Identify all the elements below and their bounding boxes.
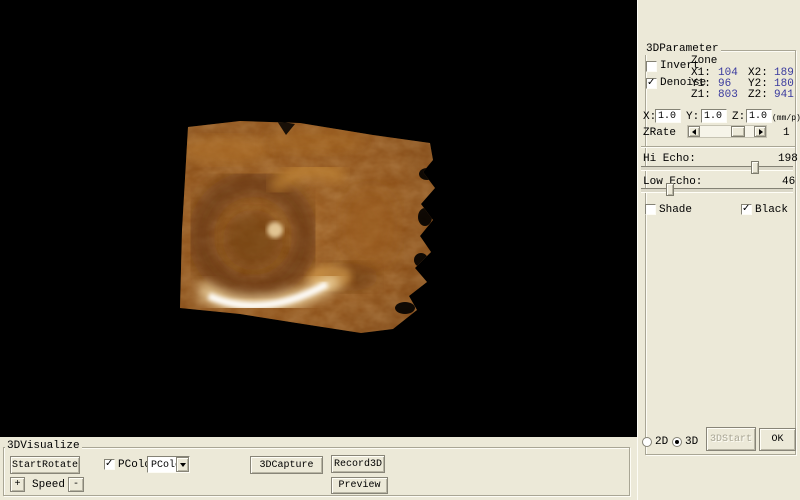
spacing-y-input[interactable] bbox=[701, 109, 727, 123]
shade-label: Shade bbox=[659, 205, 692, 216]
hi-echo-value: 198 bbox=[778, 154, 798, 165]
start-rotate-button[interactable]: StartRotate bbox=[10, 456, 80, 474]
zrate-right-arrow-icon[interactable] bbox=[754, 126, 766, 137]
spacing-z-input[interactable] bbox=[746, 109, 772, 123]
mode-3d-label: 3D bbox=[685, 437, 698, 448]
spacing-x-input[interactable] bbox=[655, 109, 681, 123]
spacing-unit-label: (mm/p) bbox=[772, 113, 800, 124]
zone-label: Zone bbox=[691, 56, 717, 67]
black-checkbox[interactable] bbox=[741, 204, 752, 215]
low-echo-thumb[interactable] bbox=[666, 183, 674, 196]
pcolor-select[interactable]: PColor bbox=[147, 456, 190, 473]
black-label: Black bbox=[755, 205, 788, 216]
arrow-right-icon bbox=[759, 129, 763, 135]
zone-z2-label: Z2: bbox=[748, 90, 768, 101]
pcolor-checkbox[interactable] bbox=[104, 459, 115, 470]
low-echo-value: 46 bbox=[782, 177, 795, 188]
separator bbox=[641, 146, 795, 148]
hi-echo-track[interactable] bbox=[641, 166, 793, 171]
mode-2d-label: 2D bbox=[655, 437, 668, 448]
speed-label: Speed bbox=[32, 480, 65, 491]
zrate-left-arrow-icon[interactable] bbox=[688, 126, 700, 137]
start3d-button[interactable]: 3DStart bbox=[706, 427, 756, 451]
record-button[interactable]: Record3D bbox=[331, 455, 385, 473]
ultrasound-render bbox=[165, 112, 445, 347]
zone-z2-value: 941 bbox=[774, 90, 794, 101]
zrate-thumb[interactable] bbox=[731, 126, 745, 137]
low-echo-track[interactable] bbox=[641, 188, 793, 193]
arrow-left-icon bbox=[692, 129, 696, 135]
ok-button[interactable]: OK bbox=[759, 428, 796, 451]
speed-minus-button[interactable]: - bbox=[68, 477, 84, 492]
invert-checkbox[interactable] bbox=[646, 61, 657, 72]
app-window: { "colors": { "panel_bg": "#ece9d8", "va… bbox=[0, 0, 800, 500]
zrate-value: 1 bbox=[783, 128, 790, 139]
pcolor-dropdown-button[interactable] bbox=[176, 457, 189, 472]
zrate-scrollbar[interactable] bbox=[687, 125, 767, 138]
zone-z1-value: 803 bbox=[718, 90, 738, 101]
shade-checkbox[interactable] bbox=[645, 204, 656, 215]
mode-3d-radio[interactable] bbox=[672, 437, 682, 447]
denoise-checkbox[interactable] bbox=[646, 78, 657, 89]
parameter-group-title: 3DParameter bbox=[644, 44, 721, 55]
hi-echo-label: Hi Echo: bbox=[643, 154, 696, 165]
chevron-down-icon bbox=[180, 463, 186, 467]
speed-plus-button[interactable]: + bbox=[10, 477, 25, 492]
spacing-z-label: Z: bbox=[732, 112, 745, 123]
spacing-y-label: Y: bbox=[686, 112, 699, 123]
preview-button[interactable]: Preview bbox=[331, 477, 388, 494]
hi-echo-thumb[interactable] bbox=[751, 161, 759, 174]
mode-2d-radio[interactable] bbox=[642, 437, 652, 447]
zone-z1-label: Z1: bbox=[691, 90, 711, 101]
capture-button[interactable]: 3DCapture bbox=[250, 456, 323, 474]
zrate-label: ZRate bbox=[643, 128, 676, 139]
visualize-group-title: 3DVisualize bbox=[5, 441, 82, 452]
